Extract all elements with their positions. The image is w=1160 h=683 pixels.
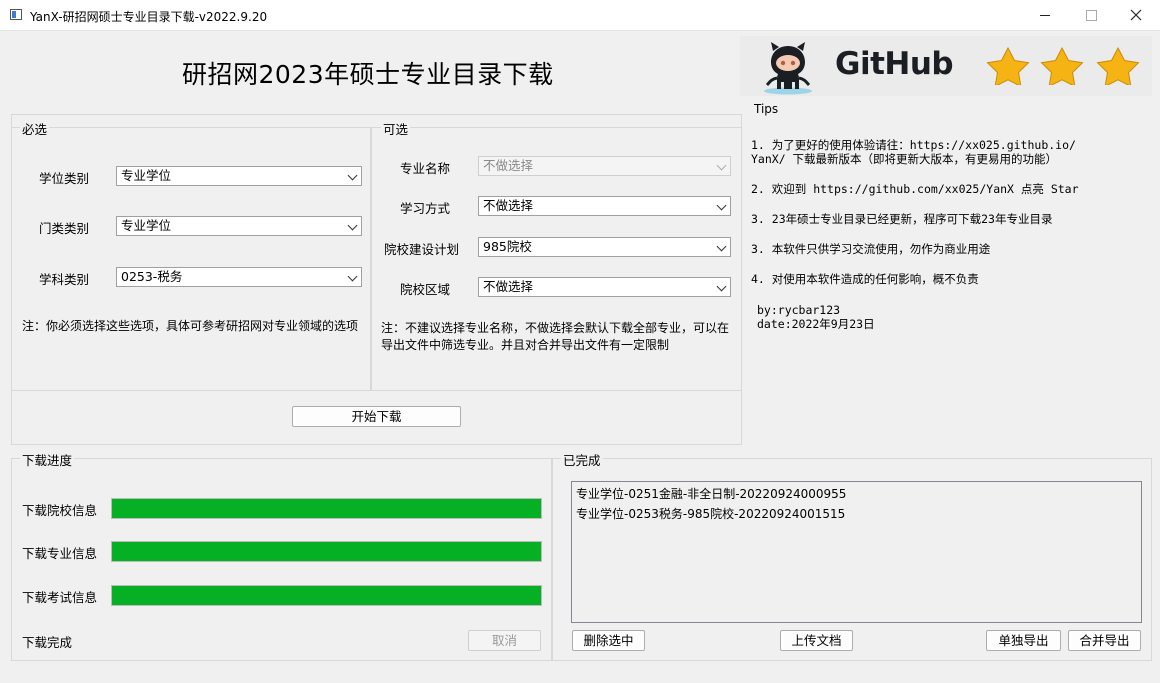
degree-type-value: 专业学位 <box>121 168 172 183</box>
chevron-down-icon <box>716 241 727 252</box>
optional-group-title: 可选 <box>381 119 411 138</box>
chevron-down-icon <box>716 281 727 292</box>
delete-selected-button[interactable]: 删除选中 <box>572 630 645 651</box>
upload-document-button[interactable]: 上传文档 <box>780 630 853 651</box>
required-note: 注：你必须选择这些选项，具体可参考研招网对专业领域的选项 <box>22 319 359 333</box>
list-item[interactable]: 专业学位-0253税务-985院校-20220924001515 <box>572 504 1141 524</box>
export-single-button[interactable]: 单独导出 <box>986 630 1061 651</box>
category-value: 专业学位 <box>121 218 172 233</box>
progress-label-majors: 下载专业信息 <box>22 546 98 561</box>
progress-bar-exams <box>111 585 542 606</box>
school-region-value: 不做选择 <box>483 279 534 294</box>
progress-group-title: 下载进度 <box>20 450 75 469</box>
maximize-icon <box>1085 9 1097 21</box>
export-merge-button[interactable]: 合并导出 <box>1068 630 1141 651</box>
tips-line: 3. 本软件只供学习交流使用，勿作为商业用途 <box>751 242 991 256</box>
school-plan-value: 985院校 <box>483 239 532 254</box>
maximize-button[interactable] <box>1068 0 1114 30</box>
discipline-select[interactable]: 0253-税务 <box>116 267 362 287</box>
major-name-select[interactable]: 不做选择 <box>478 156 731 176</box>
school-region-select[interactable]: 不做选择 <box>478 277 731 297</box>
tips-author: by:rycbar123 <box>757 303 841 317</box>
star-icon <box>1096 47 1140 85</box>
progress-bar-schools <box>111 498 542 519</box>
school-plan-select[interactable]: 985院校 <box>478 237 731 257</box>
degree-type-label: 学位类别 <box>39 171 90 186</box>
optional-note: 注：不建议选择专业名称，不做选择会默认下载全部专业，可以在导出文件中筛选专业。并… <box>381 321 730 352</box>
study-mode-value: 不做选择 <box>483 198 534 213</box>
progress-fill <box>112 586 541 605</box>
completed-group-title: 已完成 <box>561 450 603 469</box>
download-status: 下载完成 <box>22 635 73 650</box>
github-wordmark: GitHub <box>835 46 954 82</box>
minimize-button[interactable] <box>1022 0 1068 30</box>
chevron-down-icon <box>347 170 358 181</box>
window-title: YanX-研招网硕士专业目录下载-v2022.9.20 <box>30 10 268 24</box>
github-banner[interactable]: GitHub <box>740 36 1152 96</box>
category-label: 门类类别 <box>39 221 90 236</box>
progress-bar-majors <box>111 541 542 562</box>
major-name-label: 专业名称 <box>400 161 451 176</box>
tips-line: 3. 23年硕士专业目录已经更新，程序可下载23年专业目录 <box>751 212 1053 226</box>
tips-line: 2. 欢迎到 https://github.com/xx025/YanX 点亮 … <box>751 182 1079 196</box>
minimize-icon <box>1040 14 1050 16</box>
tips-line: 4. 对使用本软件造成的任何影响，概不负责 <box>751 272 979 286</box>
progress-label-exams: 下载考试信息 <box>22 590 98 605</box>
star-icon <box>1040 47 1084 85</box>
tips-line: YanX/ 下载最新版本（即将更新大版本，有更易用的功能） <box>751 152 1058 166</box>
close-button[interactable] <box>1113 0 1159 30</box>
category-select[interactable]: 专业学位 <box>116 216 362 236</box>
star-icon <box>986 47 1030 85</box>
school-region-label: 院校区域 <box>400 282 451 297</box>
discipline-value: 0253-税务 <box>121 269 183 284</box>
list-item[interactable]: 专业学位-0251金融-非全日制-20220924000955 <box>572 482 1141 504</box>
tips-title: Tips <box>752 102 781 116</box>
discipline-label: 学科类别 <box>39 272 90 287</box>
study-mode-label: 学习方式 <box>400 201 451 216</box>
tips-line: 1. 为了更好的使用体验请往：https://xx025.github.io/ <box>751 138 1076 152</box>
octocat-icon <box>764 42 812 95</box>
chevron-down-icon <box>347 220 358 231</box>
chevron-down-icon <box>716 200 727 211</box>
start-download-button[interactable]: 开始下载 <box>292 406 461 427</box>
completed-list[interactable]: 专业学位-0251金融-非全日制-20220924000955 专业学位-025… <box>571 481 1142 623</box>
school-plan-label: 院校建设计划 <box>384 242 460 257</box>
study-mode-select[interactable]: 不做选择 <box>478 196 731 216</box>
progress-fill <box>112 542 541 561</box>
title-bar: YanX-研招网硕士专业目录下载-v2022.9.20 <box>0 0 1160 31</box>
required-group-title: 必选 <box>20 119 50 138</box>
page-title: 研招网2023年硕士专业目录下载 <box>182 60 554 89</box>
tips-date: date:2022年9月23日 <box>757 317 875 331</box>
major-name-value: 不做选择 <box>483 158 534 173</box>
progress-label-schools: 下载院校信息 <box>22 503 98 518</box>
chevron-down-icon <box>716 160 727 171</box>
degree-type-select[interactable]: 专业学位 <box>116 166 362 186</box>
app-icon <box>10 9 22 20</box>
progress-fill <box>112 499 541 518</box>
chevron-down-icon <box>347 271 358 282</box>
close-icon <box>1130 9 1142 21</box>
cancel-button[interactable]: 取消 <box>468 630 541 651</box>
